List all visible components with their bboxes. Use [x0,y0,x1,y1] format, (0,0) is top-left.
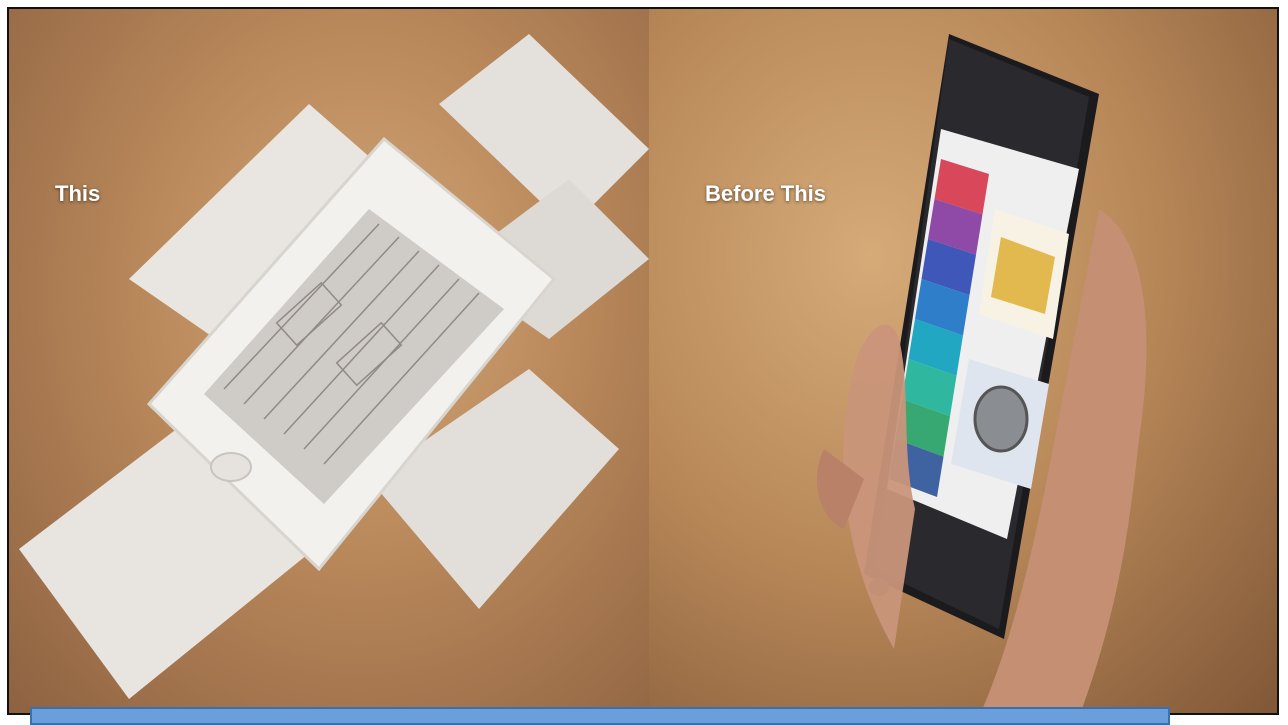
photo-frame: This Before This [7,7,1279,715]
caption-right: Before This [705,181,827,206]
paper-prototype-illustration [19,34,649,699]
bottom-bar [30,707,1170,725]
smartphone-photo: Before This [649,9,1277,713]
paper-prototype-photo: This [9,9,649,713]
smartphone-illustration [816,34,1147,713]
caption-left: This [55,181,101,206]
